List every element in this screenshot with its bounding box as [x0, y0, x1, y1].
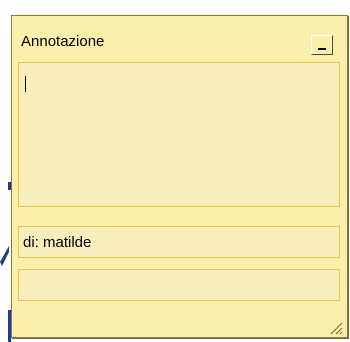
note-text-area[interactable] — [18, 62, 340, 207]
resize-grip-icon[interactable] — [329, 321, 343, 335]
author-label: di: matilde — [23, 234, 92, 251]
text-cursor — [25, 76, 26, 92]
note-title-bar[interactable]: Annotazione — [12, 16, 347, 58]
background-page-mark — [0, 182, 11, 342]
note-title: Annotazione — [21, 33, 105, 50]
minimize-button[interactable] — [311, 35, 333, 55]
annotation-note-window[interactable]: Annotazione di: matilde — [11, 15, 348, 338]
extra-input-field[interactable] — [18, 269, 340, 301]
author-field: di: matilde — [18, 226, 340, 258]
minimize-icon — [318, 48, 326, 50]
